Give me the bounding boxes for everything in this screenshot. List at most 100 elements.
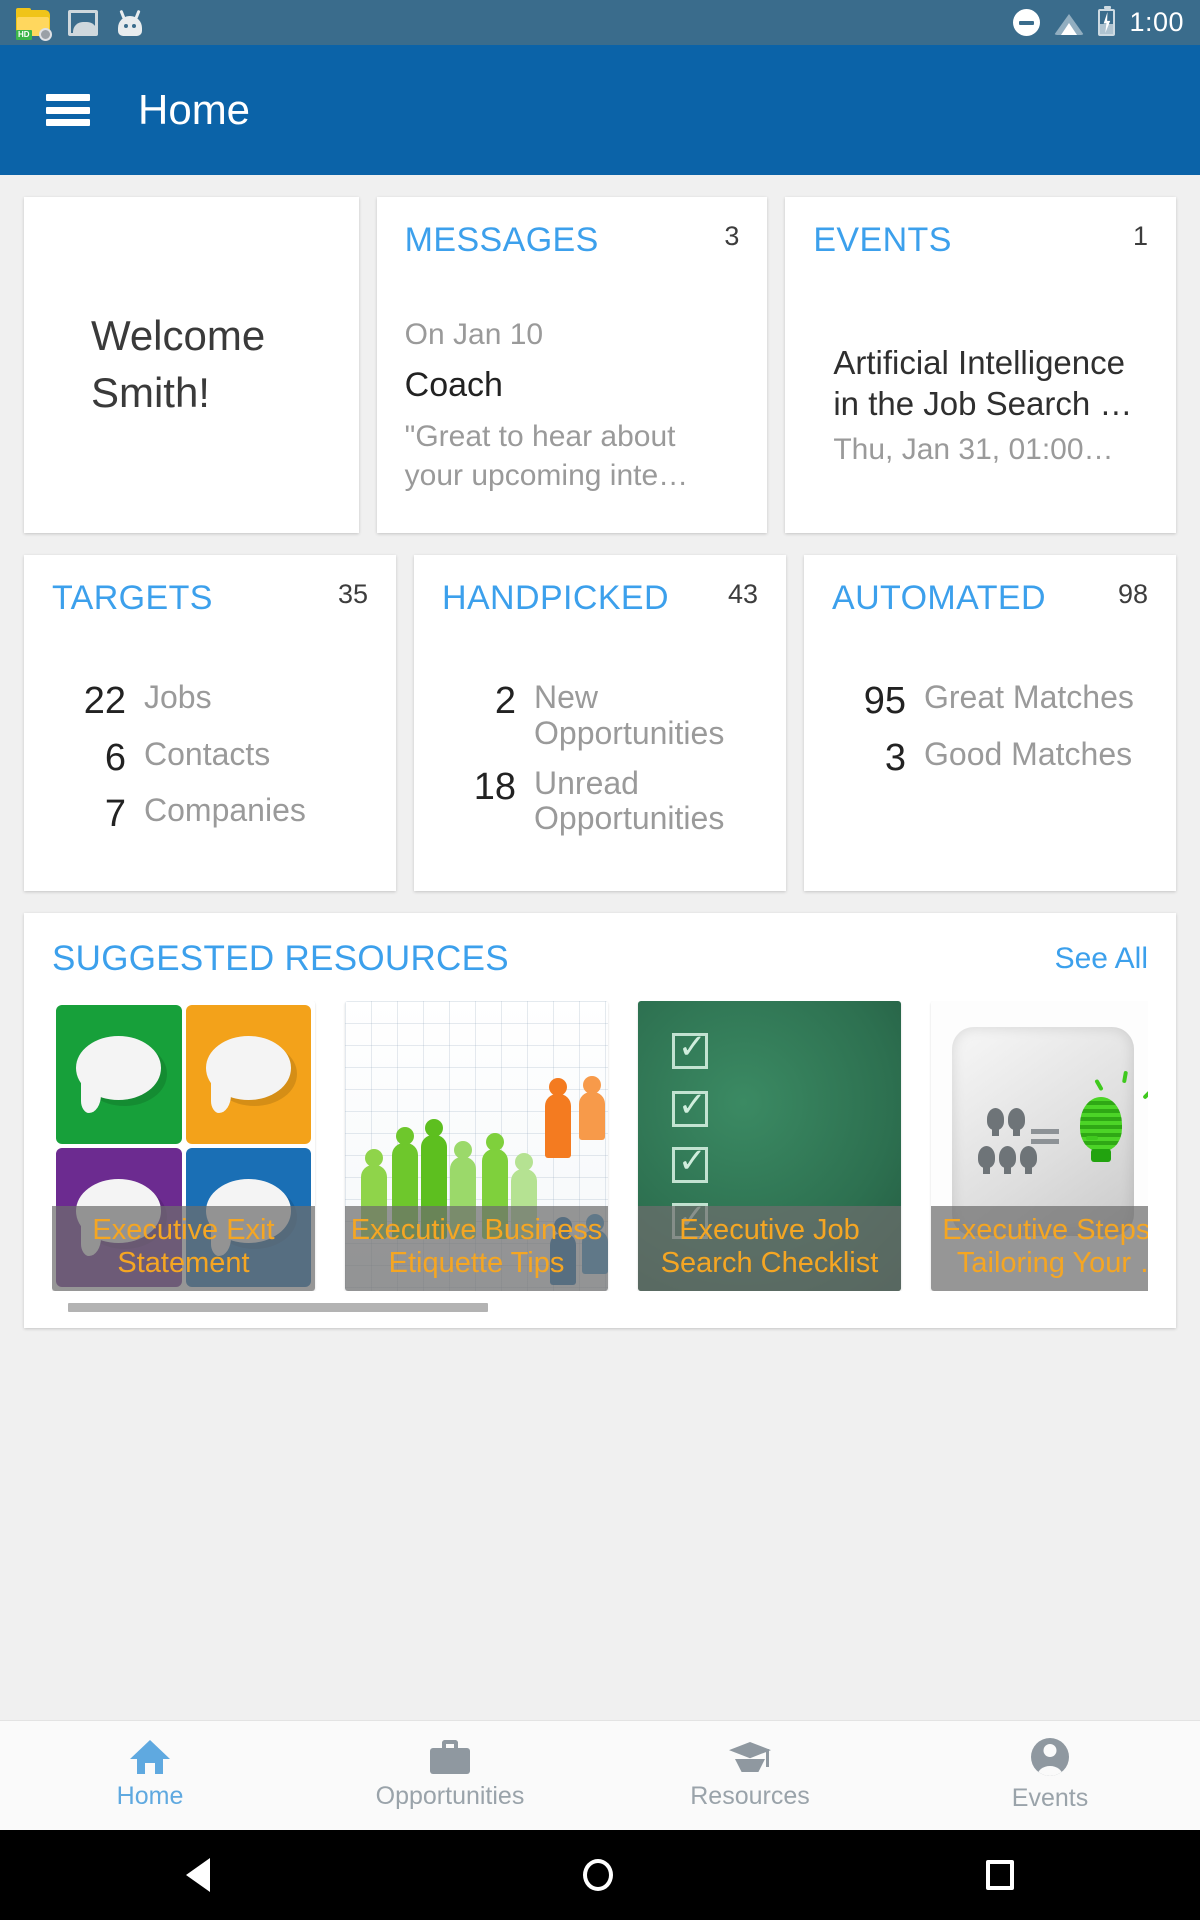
nav-item-resources[interactable]: Resources — [600, 1740, 900, 1811]
stat-value: 6 — [104, 736, 126, 779]
automated-card-header: AUTOMATED 98 — [832, 579, 1148, 618]
nav-label: Events — [1011, 1784, 1089, 1812]
events-card[interactable]: EVENTS 1 Artificial Intelligence in the … — [785, 197, 1177, 533]
messages-card-count: 3 — [724, 221, 740, 251]
bottom-navigation-bar: Home Opportunities Resources Events — [0, 1720, 1200, 1830]
home-button-icon[interactable] — [582, 1859, 613, 1891]
message-date: On Jan 10 — [404, 318, 544, 351]
handpicked-card[interactable]: HANDPICKED 43 2 New Opportunities 18 Unr… — [414, 555, 786, 891]
events-card-title: EVENTS — [813, 221, 952, 259]
targets-card-title: TARGETS — [52, 579, 213, 617]
welcome-card[interactable]: Welcome Smith! — [24, 197, 359, 533]
handpicked-stats: 2 New Opportunities 18 Unread Opportunit… — [442, 679, 758, 838]
events-card-header: EVENTS 1 — [813, 221, 1148, 260]
resource-caption: Executive Steps to Tailoring Your … — [931, 1206, 1148, 1291]
targets-card-count: 35 — [337, 579, 368, 609]
briefcase-icon — [430, 1740, 470, 1774]
battery-charging-icon — [1098, 6, 1116, 36]
dashboard-row-2: TARGETS 35 22 Jobs 6 Contacts 7 Companie… — [24, 555, 1176, 891]
automated-card-count: 98 — [1117, 579, 1148, 609]
nav-item-opportunities[interactable]: Opportunities — [300, 1740, 600, 1811]
welcome-line-2: Smith! — [90, 369, 210, 416]
nav-item-events[interactable]: Events — [900, 1738, 1200, 1813]
status-bar-clock: 1:00 — [1129, 7, 1184, 37]
stat-label: Companies — [144, 792, 306, 829]
handpicked-card-header: HANDPICKED 43 — [442, 579, 758, 618]
welcome-text: Welcome Smith! — [91, 308, 292, 421]
messages-card-header: MESSAGES 3 — [405, 221, 740, 260]
stat-row: 95 Great Matches — [838, 679, 1142, 723]
page-title: Home — [138, 86, 251, 133]
stat-row: 22 Jobs — [58, 679, 362, 723]
welcome-line-1: Welcome — [90, 312, 266, 360]
back-button-icon[interactable] — [186, 1858, 211, 1892]
hamburger-menu-icon[interactable] — [46, 94, 90, 126]
stat-value: 2 — [494, 680, 516, 722]
stat-row: 3 Good Matches — [838, 735, 1142, 780]
stat-label: Good Matches — [924, 735, 1133, 772]
handpicked-card-title: HANDPICKED — [442, 579, 669, 617]
stat-row: 2 New Opportunities — [448, 679, 752, 752]
suggested-resources-title: SUGGESTED RESOURCES — [52, 939, 509, 978]
status-bar-right-icons: 1:00 — [1013, 6, 1184, 38]
resources-scrollbar-thumb[interactable] — [68, 1303, 488, 1312]
resource-caption: Executive Business Etiquette Tips — [345, 1206, 608, 1291]
messages-card-title: MESSAGES — [404, 221, 599, 259]
nav-label: Resources — [690, 1782, 810, 1810]
suggested-resources-card: SUGGESTED RESOURCES See All Executive Ex… — [24, 913, 1176, 1328]
resource-caption: Executive Job Search Checklist — [638, 1206, 901, 1291]
wifi-icon — [1054, 11, 1085, 35]
resource-item[interactable]: Executive Job Search Checklist — [638, 1001, 901, 1291]
targets-card[interactable]: TARGETS 35 22 Jobs 6 Contacts 7 Companie… — [24, 555, 396, 891]
messages-card[interactable]: MESSAGES 3 On Jan 10 Coach "Great to hea… — [376, 197, 768, 533]
messages-preview: On Jan 10 Coach "Great to hear about you… — [405, 318, 740, 495]
nav-item-home[interactable]: Home — [0, 1740, 300, 1811]
targets-stats: 22 Jobs 6 Contacts 7 Companies — [52, 679, 368, 836]
nav-label: Opportunities — [375, 1782, 525, 1810]
graduation-cap-icon — [729, 1740, 771, 1774]
targets-card-header: TARGETS 35 — [52, 579, 368, 618]
file-manager-icon: HD — [16, 7, 52, 41]
app-bar: Home — [0, 45, 1200, 175]
resources-carousel[interactable]: Executive Exit Statement Executive Busin… — [52, 1001, 1148, 1291]
stat-label: Jobs — [144, 679, 212, 715]
do-not-disturb-icon — [1013, 9, 1041, 36]
stat-value: 7 — [104, 793, 126, 836]
main-content: Welcome Smith! MESSAGES 3 On Jan 10 Coac… — [0, 175, 1200, 1720]
stat-row: 18 Unread Opportunities — [448, 765, 752, 838]
event-title: Artificial Intelligence in the Job Searc… — [833, 344, 1133, 423]
automated-card[interactable]: AUTOMATED 98 95 Great Matches 3 Good Mat… — [804, 555, 1176, 891]
stat-label: Contacts — [144, 735, 271, 772]
android-navigation-bar — [0, 1830, 1200, 1920]
resources-scrollbar[interactable] — [52, 1303, 1148, 1312]
handpicked-card-count: 43 — [727, 579, 758, 609]
gallery-icon — [68, 9, 98, 36]
stat-value: 22 — [83, 680, 126, 722]
resource-caption: Executive Exit Statement — [52, 1206, 315, 1291]
status-bar: HD 1:00 — [0, 0, 1200, 45]
event-preview: Artificial Intelligence in the Job Searc… — [813, 342, 1148, 467]
stat-row: 7 Companies — [58, 792, 362, 836]
stat-label: New Opportunities — [534, 679, 725, 751]
resource-item[interactable]: Executive Exit Statement — [52, 1001, 315, 1291]
resource-item[interactable]: Executive Steps to Tailoring Your … — [931, 1001, 1148, 1291]
dashboard-row-1: Welcome Smith! MESSAGES 3 On Jan 10 Coac… — [24, 197, 1177, 533]
nav-label: Home — [116, 1782, 184, 1810]
cyanogenmod-robot-icon — [116, 9, 144, 37]
suggested-resources-header: SUGGESTED RESOURCES See All — [52, 939, 1148, 979]
stat-row: 6 Contacts — [58, 735, 362, 780]
automated-stats: 95 Great Matches 3 Good Matches — [832, 679, 1148, 780]
stat-value: 95 — [863, 680, 906, 722]
resource-item[interactable]: Executive Business Etiquette Tips — [345, 1001, 608, 1291]
see-all-link[interactable]: See All — [1055, 942, 1148, 976]
status-bar-left-icons: HD — [16, 7, 144, 41]
stat-value: 18 — [473, 765, 516, 808]
home-icon — [130, 1740, 170, 1774]
recents-button-icon[interactable] — [985, 1860, 1014, 1890]
events-card-count: 1 — [1132, 221, 1149, 251]
message-snippet: "Great to hear about your upcoming inte… — [404, 420, 689, 492]
stat-value: 3 — [884, 736, 906, 779]
account-circle-icon — [1031, 1738, 1069, 1776]
automated-card-title: AUTOMATED — [832, 579, 1046, 617]
message-sender: Coach — [404, 366, 503, 404]
